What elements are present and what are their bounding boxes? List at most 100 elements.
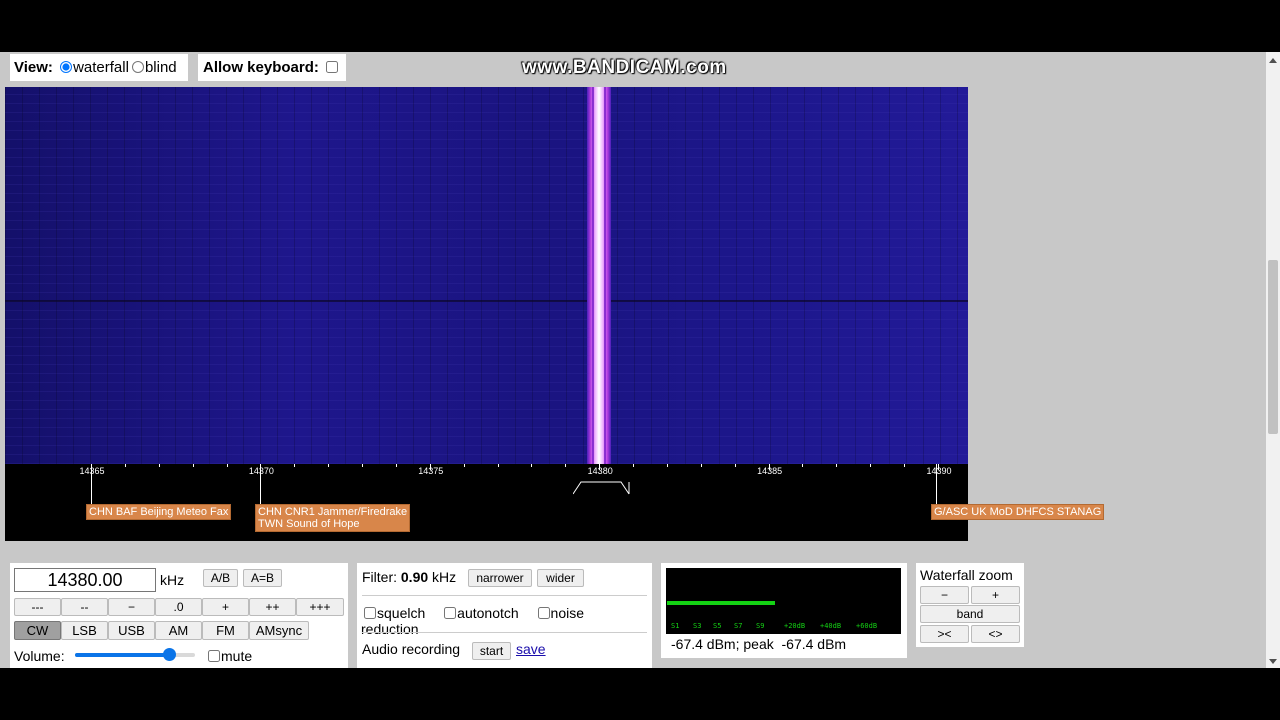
smeter-scale-label: S9	[756, 622, 765, 630]
wider-button[interactable]: wider	[537, 569, 584, 587]
recording-start-button[interactable]: start	[472, 642, 511, 660]
step-up-medium-button[interactable]: ++	[249, 598, 296, 616]
divider	[362, 632, 647, 633]
scale-tick-label: 14365	[79, 466, 105, 476]
scale-minor-tick	[395, 464, 397, 467]
volume-label: Volume:	[14, 648, 65, 664]
mode-amsync-button[interactable]: AMsync	[249, 621, 309, 640]
step-up-small-button[interactable]: +	[202, 598, 249, 616]
page-scrollbar[interactable]	[1266, 52, 1280, 668]
scale-tick-label: 14375	[418, 466, 444, 476]
autonotch-checkbox[interactable]	[444, 607, 457, 619]
blind-option-label: blind	[144, 59, 177, 76]
mode-am-button[interactable]: AM	[155, 621, 202, 640]
view-selector: View: waterfall blind	[10, 54, 188, 81]
cw-signal-trace	[587, 87, 611, 464]
mute-checkbox[interactable]	[208, 650, 220, 662]
scale-minor-tick	[192, 464, 194, 467]
station-line: TWN Sound of Hope	[258, 518, 360, 530]
narrower-button[interactable]: narrower	[468, 569, 532, 587]
scale-minor-tick	[497, 464, 499, 467]
zoom-band-button[interactable]: band	[920, 605, 1020, 623]
signal-stripe	[604, 87, 606, 464]
blind-radio[interactable]	[131, 61, 144, 73]
step-down-small-button[interactable]: −	[108, 598, 155, 616]
round-frequency-button[interactable]: .0	[155, 598, 202, 616]
a-equals-b-button[interactable]: A=B	[243, 569, 282, 587]
mode-fm-button[interactable]: FM	[202, 621, 249, 640]
noise-reduction-checkbox[interactable]	[537, 607, 550, 619]
station-line: CHN BAF Beijing Meteo Fax	[89, 506, 229, 518]
frequency-input[interactable]: 14380.00	[14, 568, 156, 592]
scale-tick-label: 14380	[587, 466, 613, 476]
scale-tick-label: 14385	[757, 466, 783, 476]
step-up-large-button[interactable]: +++	[296, 598, 344, 616]
ab-button[interactable]: A/B	[203, 569, 238, 587]
smeter-scale-label: +60dB	[856, 622, 878, 630]
station-label-cnr1-jammer[interactable]: CHN CNR1 Jammer/Firedrake TWN Sound of H…	[255, 504, 411, 532]
scrollbar-thumb[interactable]	[1268, 260, 1278, 434]
frequency-panel: 14380.00 kHz A/B A=B --- -- − .0 + ++ ++…	[10, 563, 348, 668]
zoom-out-button[interactable]: <>	[971, 625, 1020, 643]
station-marker-stem	[91, 464, 92, 504]
volume-slider[interactable]	[75, 648, 195, 661]
zoom-minus-button[interactable]: −	[920, 586, 969, 604]
scale-minor-tick	[226, 464, 228, 467]
filter-panel: Filter: 0.90 kHz narrower wider squelch …	[357, 563, 652, 668]
zoom-plus-button[interactable]: +	[971, 586, 1020, 604]
mute-control: mute	[205, 648, 252, 664]
scale-minor-tick	[463, 464, 465, 467]
scale-minor-tick	[666, 464, 668, 467]
signal-readout: -67.4 dBm; peak -67.4 dBm	[671, 636, 847, 652]
station-line: CHN CNR1 Jammer/Firedrake	[258, 506, 408, 518]
allow-keyboard-checkbox[interactable]	[326, 61, 339, 73]
volume-slider-fill	[75, 653, 169, 657]
filter-unit: kHz	[432, 569, 457, 585]
allow-keyboard-label: Allow keyboard:	[203, 59, 319, 76]
scroll-up-arrow-icon[interactable]	[1269, 58, 1277, 63]
squelch-checkbox[interactable]	[364, 607, 376, 619]
scale-minor-tick	[531, 464, 533, 467]
signal-stripe	[592, 87, 594, 464]
recording-save-link[interactable]: save	[516, 641, 546, 657]
view-label: View:	[14, 59, 53, 76]
scale-minor-tick	[294, 464, 296, 467]
station-label-beijing-meteo[interactable]: CHN BAF Beijing Meteo Fax	[86, 504, 232, 520]
scale-minor-tick	[904, 464, 906, 467]
scale-minor-tick	[633, 464, 635, 467]
step-down-medium-button[interactable]: --	[61, 598, 108, 616]
frequency-unit: kHz	[160, 572, 185, 588]
smeter-scale-label: +40dB	[820, 622, 842, 630]
mode-cw-button[interactable]: CW	[14, 621, 61, 640]
scroll-down-arrow-icon[interactable]	[1269, 659, 1277, 664]
scale-minor-tick	[328, 464, 330, 467]
waterfall-display[interactable]	[5, 87, 968, 464]
scale-minor-tick	[158, 464, 160, 467]
station-label-uk-mod[interactable]: G/ASC UK MoD DHFCS STANAG	[931, 504, 1105, 520]
scale-minor-tick	[734, 464, 736, 467]
scale-minor-tick	[700, 464, 702, 467]
sdr-page: View: waterfall blind Allow keyboard: www…	[0, 52, 1266, 668]
zoom-in-button[interactable]: ><	[920, 625, 969, 643]
bandicam-watermark: www.BANDICAM.com	[522, 57, 727, 78]
frequency-scale[interactable]: 14365 14370 14375 14380 14385 14390 CHN BAF B…	[5, 464, 968, 541]
scale-minor-tick	[836, 464, 838, 467]
mode-usb-button[interactable]: USB	[108, 621, 155, 640]
allow-keyboard-panel: Allow keyboard:	[198, 54, 346, 81]
letterbox-bottom	[0, 668, 1280, 720]
divider	[362, 595, 647, 596]
smeter-panel: S1 S3 S5 S7 S9 +20dB +40dB +60dB -67.4 dBm; pea…	[661, 563, 907, 658]
autonotch-label: autonotch	[457, 605, 519, 621]
waterfall-option-label: waterfall	[73, 59, 129, 76]
scale-minor-tick	[124, 464, 126, 467]
smeter-scale-label: S5	[713, 622, 722, 630]
volume-slider-thumb[interactable]	[162, 648, 176, 661]
squelch-label: squelch	[377, 605, 426, 621]
waterfall-radio[interactable]	[60, 61, 73, 73]
smeter-scale-label: S3	[693, 622, 702, 630]
station-marker-stem	[260, 464, 261, 504]
smeter-scale-label: S7	[734, 622, 743, 630]
step-down-large-button[interactable]: ---	[14, 598, 61, 616]
mode-lsb-button[interactable]: LSB	[61, 621, 108, 640]
scale-minor-tick	[565, 464, 567, 467]
